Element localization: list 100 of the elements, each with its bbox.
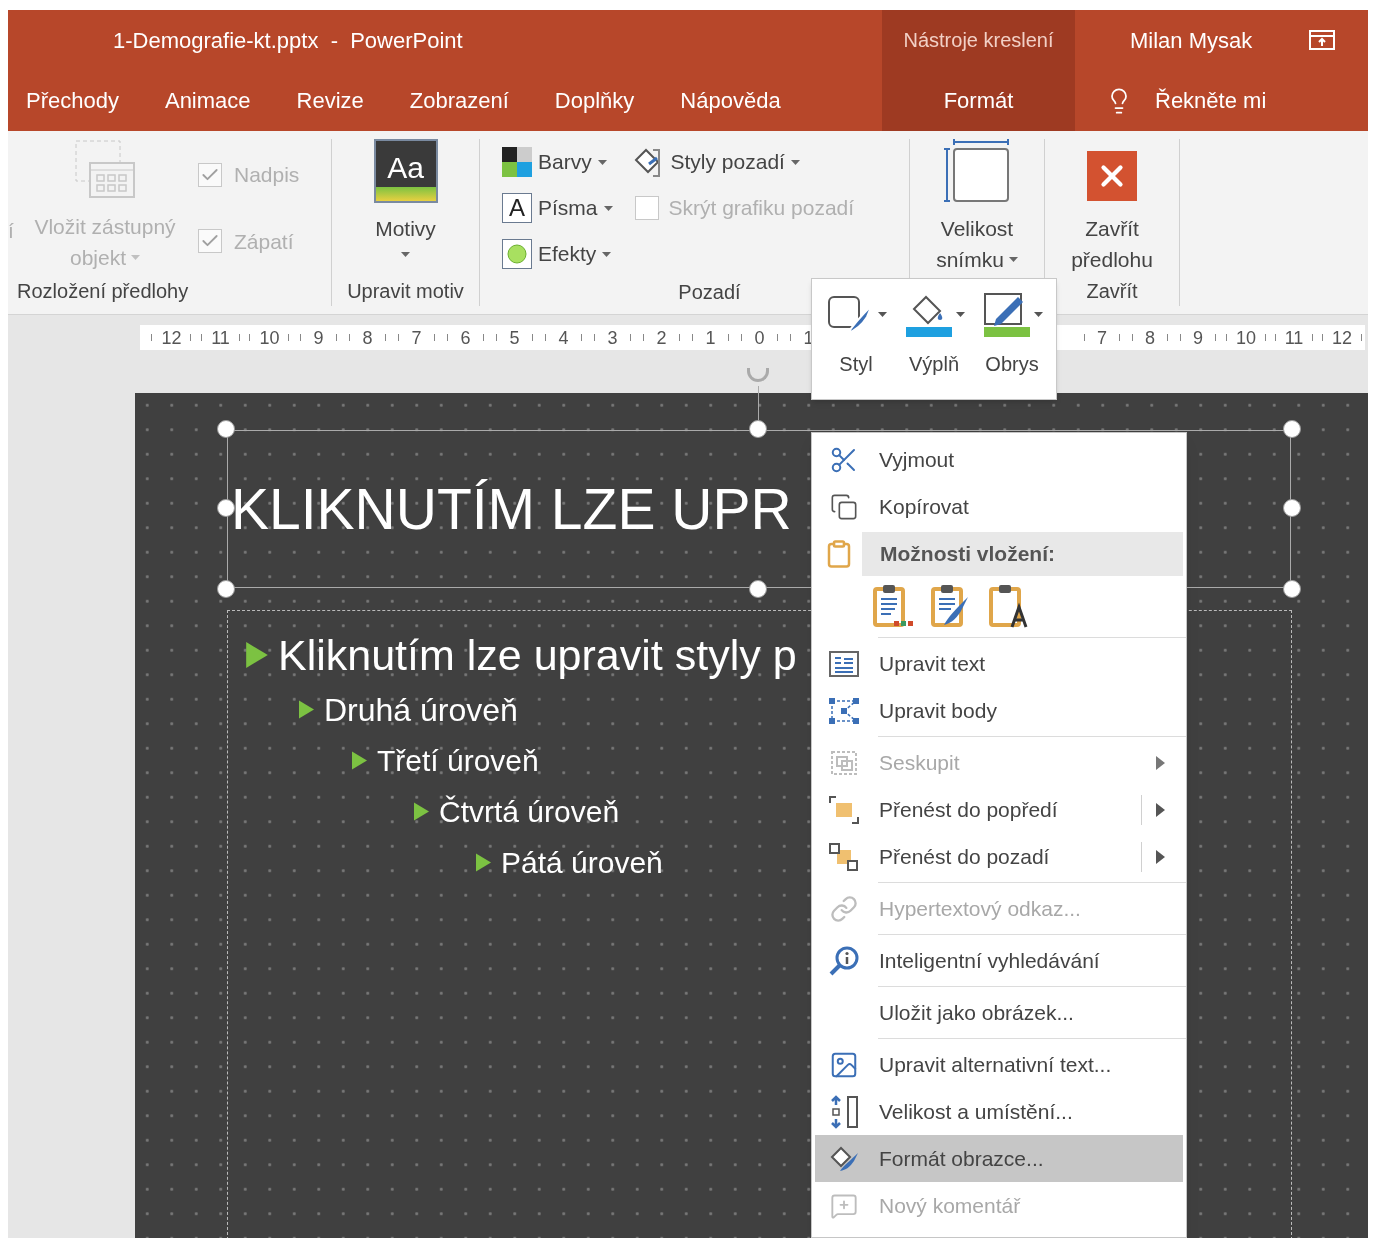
menu-section-header: Možnosti vložení: (862, 531, 1183, 576)
ruler-number: 7 (1096, 328, 1107, 347)
caret-icon (131, 255, 140, 260)
menu-item[interactable]: Přenést do popředí (815, 786, 1183, 833)
theme-preview-icon: Aa (373, 139, 438, 203)
body-text: Třetí úroveň (377, 745, 539, 776)
ruler-number: 0 (754, 328, 765, 347)
resize-handle[interactable] (217, 580, 235, 598)
menu-item[interactable]: Upravit text (815, 640, 1183, 687)
ruler-number: 11 (1284, 328, 1304, 347)
ruler-number: 12 (161, 328, 182, 347)
effects-icon (502, 239, 532, 269)
slide-size-button[interactable]: Velikost snímku (936, 139, 1018, 275)
ruler-number: 8 (362, 328, 373, 347)
menu-item[interactable]: Kopírovat (815, 483, 1183, 530)
caret-icon (597, 159, 607, 165)
ribbon-tab[interactable]: Revize (288, 78, 372, 123)
submenu-arrow-icon (1156, 802, 1165, 817)
ruler-number: 1 (705, 328, 716, 347)
ruler-number: 2 (656, 328, 667, 347)
bullet-icon (246, 642, 268, 668)
resize-handle[interactable] (217, 420, 235, 438)
ruler-number: 9 (313, 328, 324, 347)
ribbon-tab[interactable]: Animace (156, 78, 259, 123)
menu-item[interactable]: Upravit body (815, 687, 1183, 734)
rotation-handle[interactable] (747, 368, 769, 382)
caret-icon (790, 159, 800, 165)
resize-handle[interactable] (1283, 420, 1301, 438)
placeholder-icon (74, 139, 136, 201)
group-label: Pozadí (677, 280, 742, 305)
mini-toolbar-button[interactable]: Styl (820, 291, 892, 379)
link-icon (830, 894, 858, 923)
group-label: Rozložení předlohy (16, 279, 190, 304)
ribbon-tab[interactable]: Přechody (18, 78, 127, 123)
color-palette-icon (502, 147, 532, 177)
ruler-number: 7 (411, 328, 422, 347)
menu-item[interactable]: Formát obrazce... (815, 1135, 1183, 1182)
group-label: Upravit motiv (347, 279, 464, 304)
font-icon: A (502, 193, 532, 223)
caret-icon (955, 311, 965, 317)
bullet-icon (352, 751, 367, 770)
contextual-tab-group: Nástroje kreslení (903, 25, 1054, 55)
bullet-icon (414, 802, 429, 821)
user-name: Milan Mysak (1130, 26, 1253, 55)
menu-item[interactable]: Vyjmout (815, 436, 1183, 483)
submenu-arrow-icon (1156, 849, 1165, 864)
search-icon (828, 944, 860, 977)
caret-icon (401, 252, 410, 257)
resize-handle[interactable] (1283, 580, 1301, 598)
mini-toolbar-button[interactable]: Výplň (898, 291, 970, 379)
size-position-icon (828, 1094, 860, 1129)
caret-icon (603, 205, 613, 211)
ruler-number: 10 (1236, 328, 1256, 347)
background-styles-button[interactable]: Styly pozadí (632, 139, 855, 185)
text-box-icon (829, 650, 859, 677)
ruler-number: 8 (1144, 328, 1155, 347)
ribbon-tab[interactable]: Doplňky (546, 78, 643, 123)
ruler-number: 3 (607, 328, 618, 347)
resize-handle[interactable] (749, 580, 767, 598)
slide-title: KLIKNUTÍM LZE UPR (231, 480, 792, 538)
mini-toolbar-button[interactable]: Obrys (976, 291, 1048, 379)
ribbon-tab[interactable]: Zobrazení (401, 78, 517, 123)
body-text: Čtvrtá úroveň (439, 796, 620, 827)
ribbon-tab[interactable]: Nápověda (672, 78, 789, 123)
bullet-icon (299, 700, 314, 719)
outline-pencil-icon (981, 291, 1032, 337)
body-text: Pátá úroveň (501, 847, 663, 878)
body-text: Druhá úroveň (324, 693, 518, 726)
menu-item[interactable]: Upravit alternativní text... (815, 1041, 1183, 1088)
slide-size-icon (944, 139, 1010, 203)
tell-me-field[interactable]: Řekněte mi (1155, 84, 1267, 117)
checkbox-label: Nadpis (234, 162, 300, 188)
resize-handle[interactable] (217, 499, 235, 517)
ribbon-dropdown[interactable]: Efekty (502, 231, 613, 277)
body-text: Kliknutím lze upravit styly p (278, 633, 797, 677)
themes-button[interactable]: Aa Motivy (373, 139, 438, 276)
resize-handle[interactable] (749, 420, 767, 438)
caret-icon (1008, 257, 1018, 262)
bullet-icon (476, 853, 491, 872)
resize-handle[interactable] (1283, 499, 1301, 517)
ruler-number: 11 (211, 328, 230, 347)
ruler-number: 12 (1332, 328, 1352, 347)
menu-item[interactable]: Přenést do pozadí (815, 833, 1183, 880)
send-backward-icon (828, 841, 860, 872)
ribbon-dropdown[interactable]: Barvy (502, 139, 613, 185)
close-icon (1087, 151, 1137, 201)
window-title: 1-Demografie-kt.pptx - PowerPoint (113, 26, 463, 55)
menu-item[interactable]: Uložit jako obrázek... (815, 989, 1183, 1036)
ruler-number: 5 (509, 328, 520, 347)
menu-item[interactable]: Inteligentní vyhledávání (815, 937, 1183, 984)
copy-icon (830, 492, 858, 521)
close-master-button[interactable]: Zavřít předlohu (1071, 139, 1153, 276)
menu-item[interactable]: Velikost a umístění... (815, 1088, 1183, 1135)
edit-points-icon (828, 696, 860, 725)
paste-keep-formatting-icon[interactable] (872, 583, 916, 629)
ribbon-dropdown[interactable]: A Písma (502, 185, 613, 231)
ribbon-display-options-icon[interactable] (1309, 30, 1336, 50)
ruler-number: 10 (259, 328, 280, 347)
ruler-number: 6 (460, 328, 471, 347)
caret-icon (602, 251, 612, 257)
